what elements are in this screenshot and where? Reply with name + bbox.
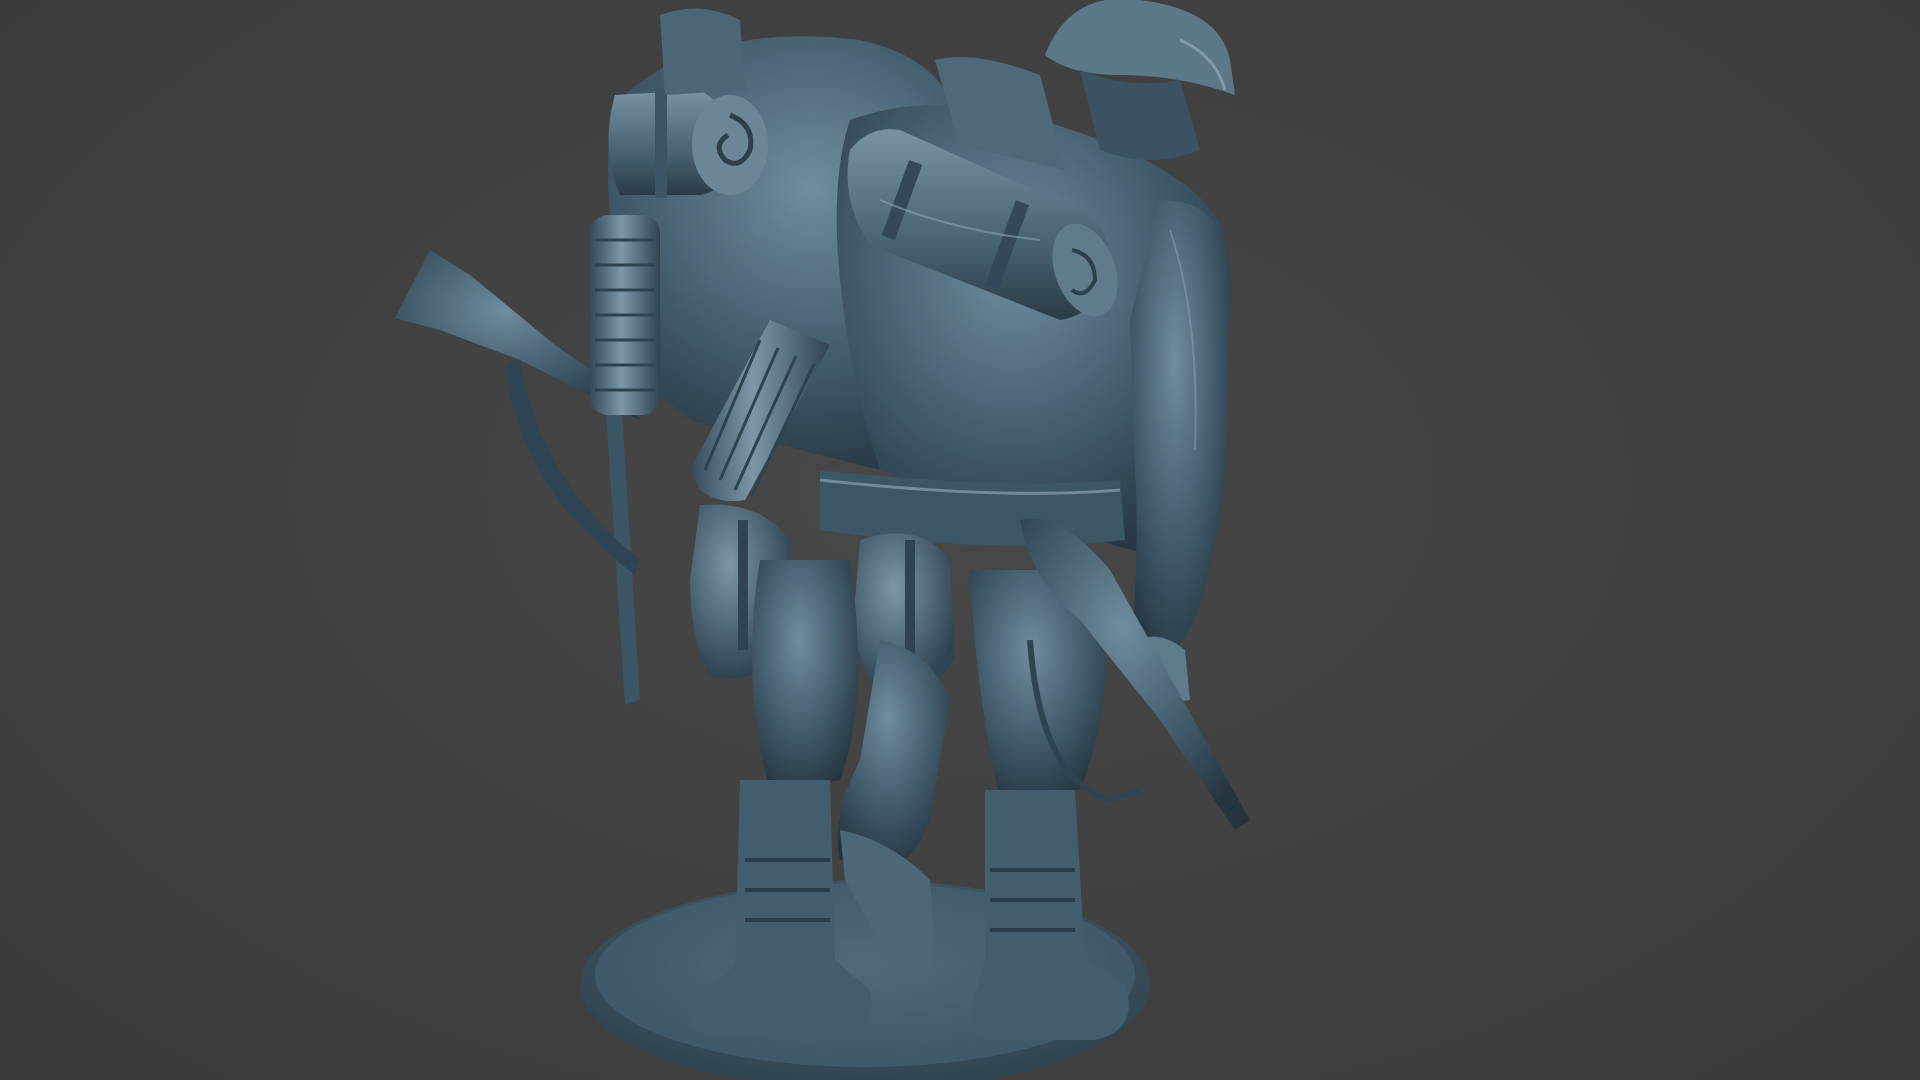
sculpt-render xyxy=(395,0,1250,1080)
gas-mask-canister-icon xyxy=(590,215,660,415)
rolled-blanket-icon xyxy=(608,8,768,198)
3d-viewport[interactable] xyxy=(0,0,1920,1080)
boot-icon xyxy=(971,790,1129,1040)
